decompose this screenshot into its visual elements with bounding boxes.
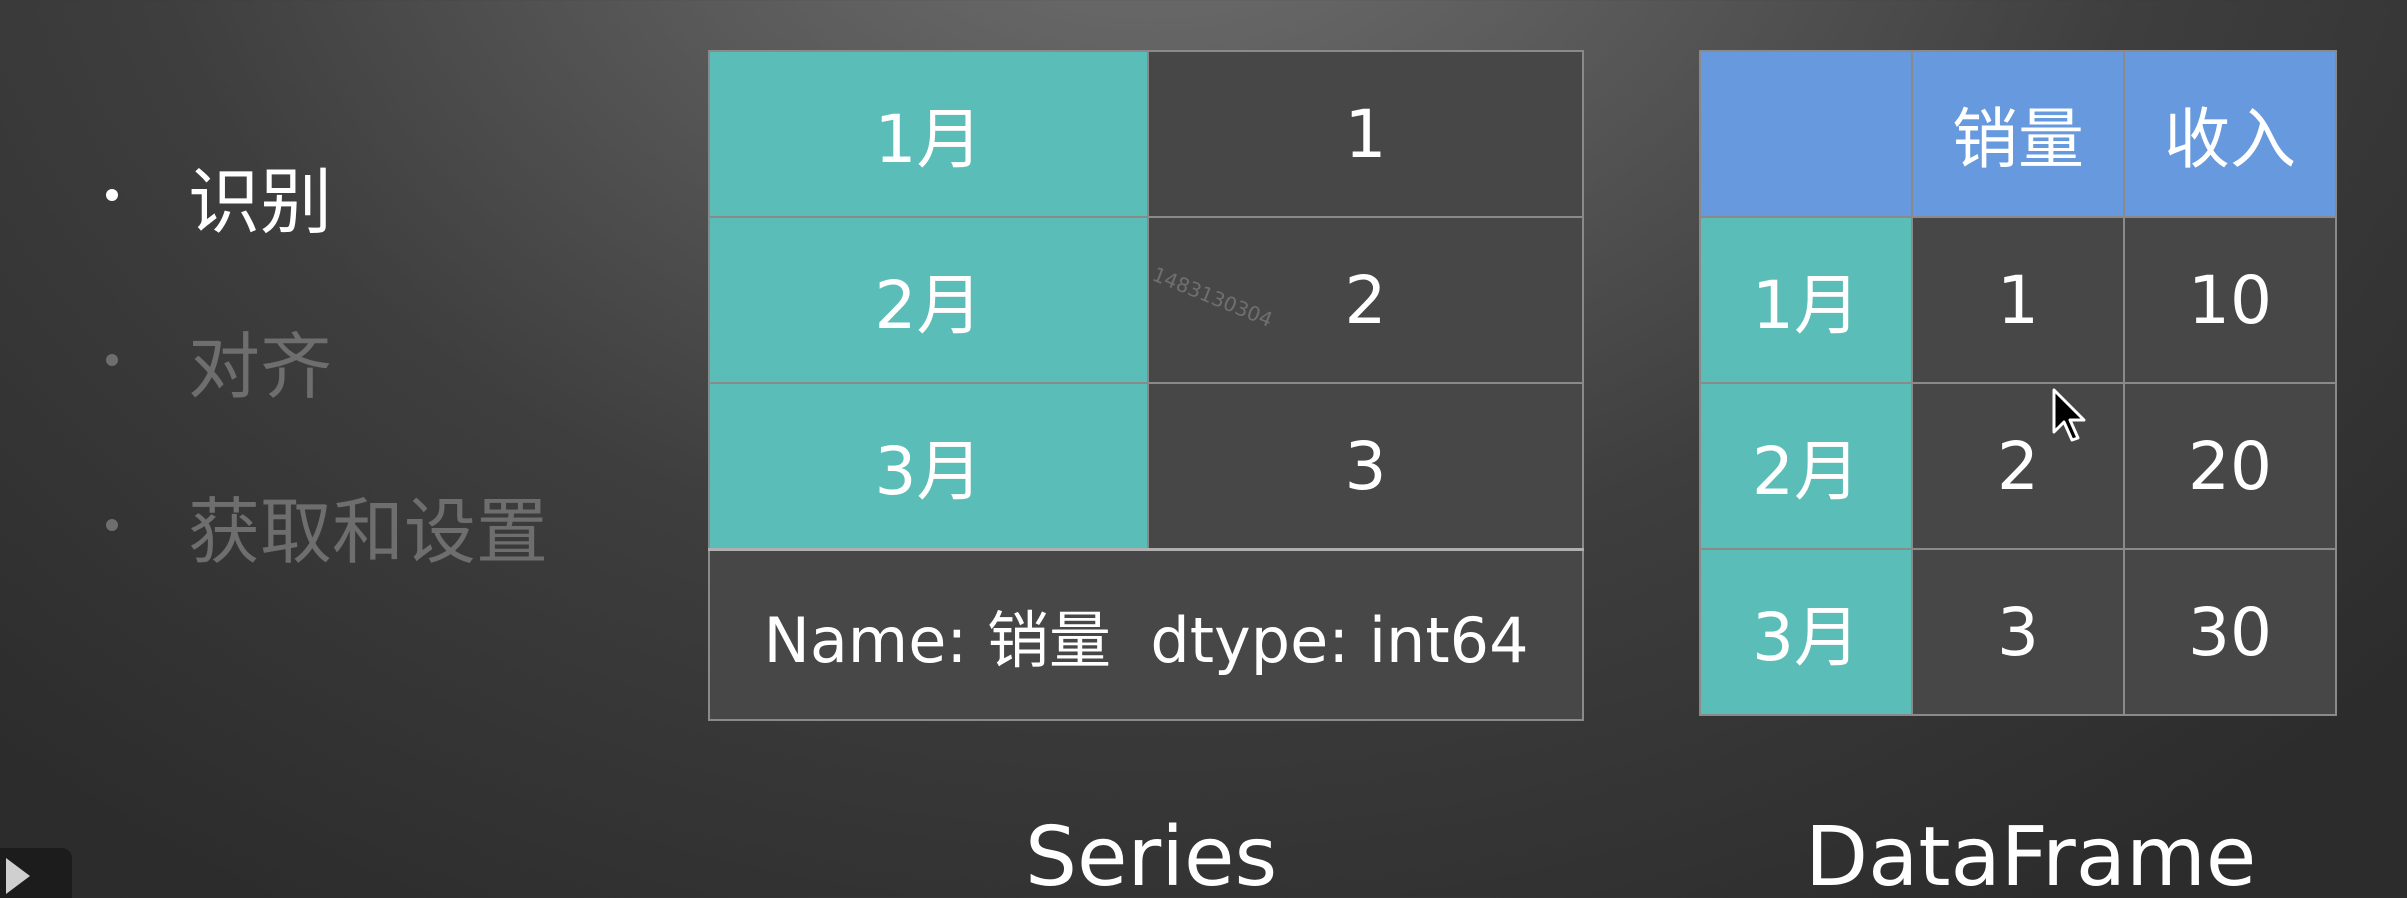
dataframe-cell: 2: [1911, 382, 2125, 550]
series-index-cell: 3月: [708, 382, 1149, 551]
mouse-pointer-icon: [2052, 388, 2092, 448]
series-footer: Name: 销量 dtype: int64: [708, 548, 1584, 721]
outline-item-identify: 识别: [100, 140, 332, 250]
dataframe-cell: 10: [2123, 216, 2337, 384]
series-table: 1月 1 2月 2 3月 3 Name: 销量 dtype: int64: [708, 50, 1584, 721]
dataframe-corner-cell: [1699, 50, 1913, 218]
outline-item-label: 获取和设置: [188, 489, 549, 574]
series-value-cell: 3: [1147, 382, 1584, 551]
dataframe-caption: DataFrame: [1805, 810, 2257, 898]
dataframe-cell: 1: [1911, 216, 2125, 384]
table-row: 1月 1 10: [1699, 216, 2337, 384]
dataframe-cell: 20: [2123, 382, 2337, 550]
table-row: 2月 2 20: [1699, 382, 2337, 550]
series-caption: Series: [1025, 810, 1278, 898]
dataframe-table: 销量 收入 1月 1 10 2月 2 20 3月 3 30: [1699, 50, 2337, 716]
outline-item-align: 对齐: [100, 305, 332, 415]
outline-item-label: 对齐: [188, 324, 333, 409]
table-row: 3月 3: [708, 382, 1584, 551]
play-icon: [6, 858, 30, 894]
dataframe-column-header: 收入: [2123, 50, 2337, 218]
dataframe-column-header: 销量: [1911, 50, 2125, 218]
table-row: 1月 1: [708, 50, 1584, 218]
bullet-dot: [106, 354, 118, 366]
series-value-cell: 1: [1147, 50, 1584, 218]
series-footer-row: Name: 销量 dtype: int64: [708, 548, 1584, 721]
outline-item-get-set: 获取和设置: [100, 470, 548, 580]
dataframe-index-cell: 3月: [1699, 548, 1913, 716]
table-row: 3月 3 30: [1699, 548, 2337, 716]
series-index-cell: 1月: [708, 50, 1149, 218]
series-index-cell: 2月: [708, 216, 1149, 384]
dataframe-header-row: 销量 收入: [1699, 50, 2337, 218]
dataframe-cell: 30: [2123, 548, 2337, 716]
bullet-dot: [106, 189, 118, 201]
dataframe-index-cell: 1月: [1699, 216, 1913, 384]
dataframe-cell: 3: [1911, 548, 2125, 716]
outline-item-label: 识别: [188, 159, 333, 244]
dataframe-index-cell: 2月: [1699, 382, 1913, 550]
table-row: 2月 2: [708, 216, 1584, 384]
bullet-dot: [106, 519, 118, 531]
play-button[interactable]: [0, 848, 72, 898]
